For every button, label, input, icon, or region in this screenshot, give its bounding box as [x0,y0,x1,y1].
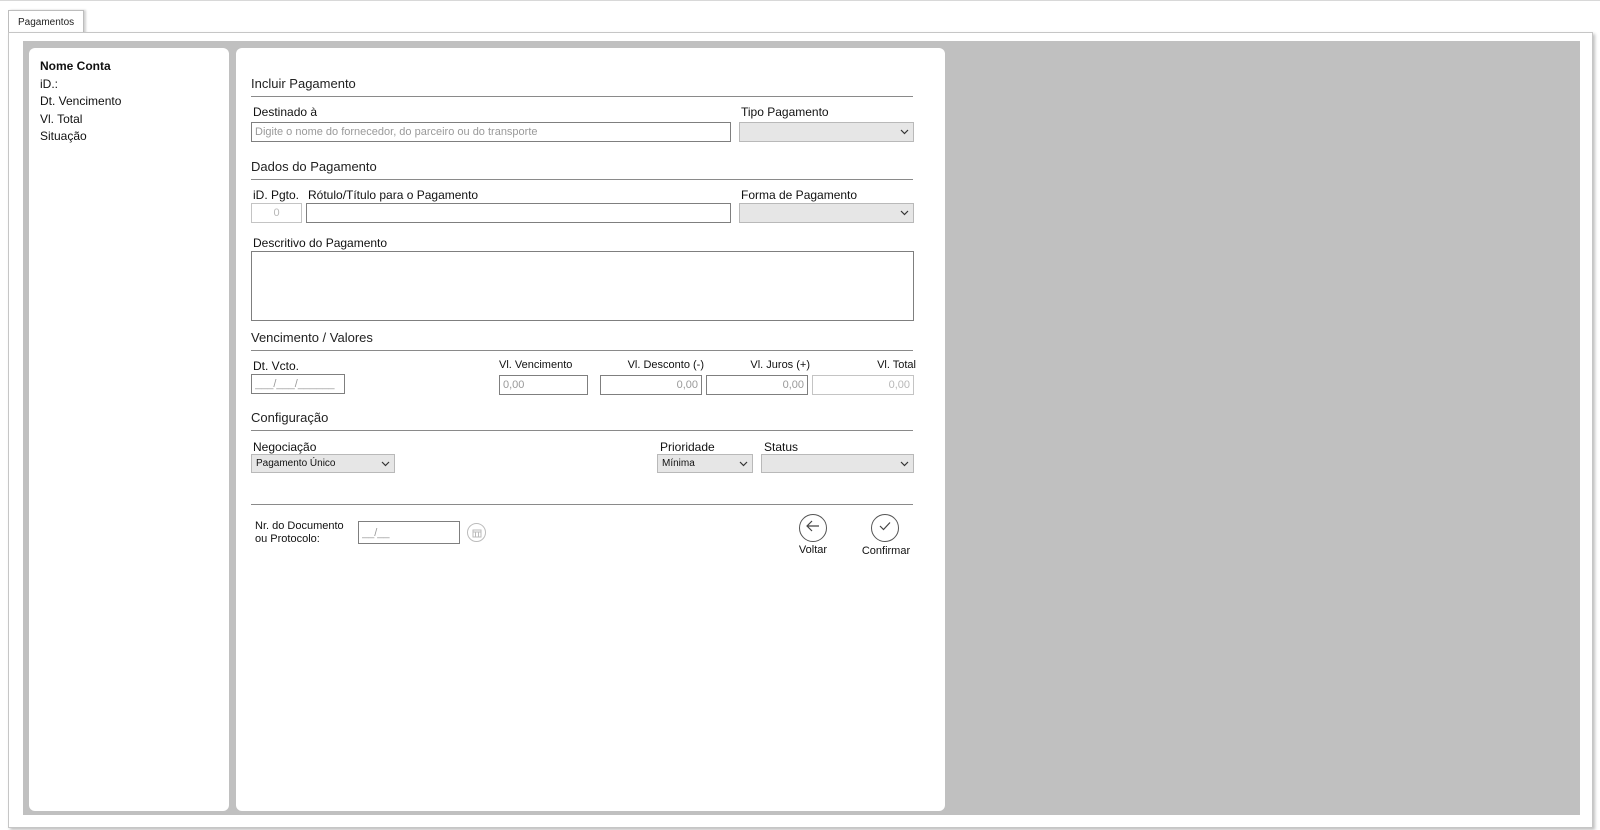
negociacao-select[interactable]: Pagamento Único [251,454,395,473]
tipo-pagamento-select[interactable] [739,122,914,142]
descritivo-label: Descritivo do Pagamento [253,236,388,250]
negociacao-label: Negociação [253,440,317,454]
vl-vencimento-input[interactable] [499,375,588,395]
account-summary-panel: Nome Conta iD.: Dt. Vencimento Vl. Total… [29,48,229,811]
main-frame: Nome Conta iD.: Dt. Vencimento Vl. Total… [8,32,1593,828]
voltar-label[interactable]: Voltar [793,544,833,556]
forma-pagamento-select[interactable] [739,203,914,223]
doc-label-line-1: Nr. do Documento [255,520,344,532]
tipo-pagamento-label: Tipo Pagamento [741,105,829,119]
vl-juros-input[interactable] [706,375,808,395]
account-total-label: Vl. Total [40,111,83,126]
chevron-down-icon [381,455,390,472]
section-divider [251,96,913,97]
confirmar-button[interactable] [871,514,899,542]
vl-total-input[interactable] [812,375,914,395]
tab-strip: Pagamentos [0,0,1600,34]
arrow-left-icon [806,519,820,537]
confirmar-label[interactable]: Confirmar [858,545,914,557]
tab-pagamentos[interactable]: Pagamentos [8,10,85,34]
chevron-down-icon [900,123,909,141]
rotulo-input[interactable] [306,203,731,223]
voltar-button[interactable] [799,514,827,542]
payment-form-panel: Incluir Pagamento Destinado à Tipo Pagam… [236,48,945,811]
section-title-vencimento: Vencimento / Valores [251,330,373,345]
status-select[interactable] [761,454,914,473]
destinado-input[interactable] [251,122,731,142]
check-icon [878,519,892,537]
dt-vcto-input[interactable] [251,374,345,394]
section-divider [251,430,913,431]
section-divider [251,350,913,351]
vl-total-label: Vl. Total [877,359,916,371]
forma-pagamento-label: Forma de Pagamento [741,188,858,202]
dt-vcto-label: Dt. Vcto. [253,359,300,373]
doc-protocolo-label: Nr. do Documento ou Protocolo: [255,520,344,546]
account-status-label: Situação [40,129,87,143]
doc-protocolo-input[interactable] [358,521,460,544]
prioridade-label: Prioridade [660,440,715,454]
section-title-config: Configuração [251,410,329,425]
chevron-down-icon [739,455,748,472]
vl-desconto-input[interactable] [600,375,702,395]
calendar-icon[interactable] [467,523,486,542]
workspace-background: Nome Conta iD.: Dt. Vencimento Vl. Total… [23,41,1580,815]
id-pgto-label: iD. Pgto. [253,188,300,202]
vl-desconto-label: Vl. Desconto (-) [627,359,704,371]
section-title-dados: Dados do Pagamento [251,159,377,174]
vl-juros-label: Vl. Juros (+) [750,359,810,371]
destinado-label: Destinado à [253,105,318,119]
prioridade-select[interactable]: Mínima [657,454,753,473]
account-id-label: iD.: [40,76,58,91]
status-label: Status [764,440,799,454]
chevron-down-icon [900,204,909,222]
chevron-down-icon [900,455,909,472]
account-name-label: Nome Conta [40,59,111,73]
doc-label-line-2: ou Protocolo: [255,533,320,545]
rotulo-label: Rótulo/Título para o Pagamento [308,188,479,202]
negociacao-value: Pagamento Único [256,458,336,469]
section-divider [251,179,913,180]
footer-divider [251,504,913,505]
id-pgto-input[interactable] [251,203,302,223]
prioridade-value: Mínima [662,458,695,469]
vl-vencimento-label: Vl. Vencimento [499,359,573,371]
section-title-incluir: Incluir Pagamento [251,76,356,91]
descritivo-textarea[interactable] [251,251,914,321]
account-due-date-label: Dt. Vencimento [40,94,122,108]
